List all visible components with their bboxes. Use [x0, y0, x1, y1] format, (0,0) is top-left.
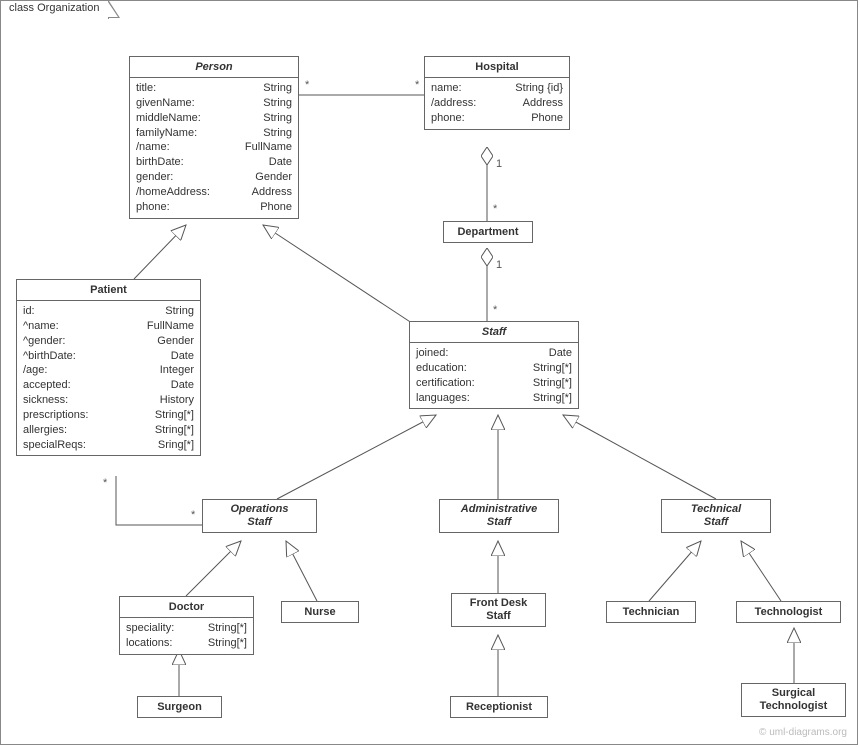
class-nurse: Nurse — [281, 601, 359, 623]
frame-title-tab: class Organization — [0, 0, 109, 19]
class-technician: Technician — [606, 601, 696, 623]
class-front-desk-staff: Front DeskStaff — [451, 593, 546, 627]
class-technical-staff: TechnicalStaff — [661, 499, 771, 533]
class-department: Department — [443, 221, 533, 243]
class-nurse-name: Nurse — [282, 602, 358, 622]
class-surgeon-name: Surgeon — [138, 697, 221, 717]
class-patient-attrs: id:String ^name:FullName ^gender:Gender … — [17, 301, 200, 455]
class-administrative-staff-name: AdministrativeStaff — [440, 500, 558, 532]
class-technician-name: Technician — [607, 602, 695, 622]
class-doctor: Doctor speciality:String[*] locations:St… — [119, 596, 254, 655]
class-department-name: Department — [444, 222, 532, 242]
class-staff: Staff joined:Date education:String[*] ce… — [409, 321, 579, 409]
class-technologist-name: Technologist — [737, 602, 840, 622]
class-operations-staff-name: OperationsStaff — [203, 500, 316, 532]
class-administrative-staff: AdministrativeStaff — [439, 499, 559, 533]
class-person-attrs: title:String givenName:String middleName… — [130, 78, 298, 218]
class-front-desk-staff-name: Front DeskStaff — [452, 594, 545, 626]
class-hospital: Hospital name:String {id} /address:Addre… — [424, 56, 570, 130]
mult-person-hospital-left: * — [303, 79, 311, 91]
class-person-name: Person — [130, 57, 298, 78]
diagram-frame: class Organization — [0, 0, 858, 745]
frame-title: class Organization — [9, 2, 100, 14]
class-person: Person title:String givenName:String mid… — [129, 56, 299, 219]
class-patient-name: Patient — [17, 280, 200, 301]
class-technologist: Technologist — [736, 601, 841, 623]
class-technical-staff-name: TechnicalStaff — [662, 500, 770, 532]
class-staff-attrs: joined:Date education:String[*] certific… — [410, 343, 578, 408]
class-doctor-name: Doctor — [120, 597, 253, 618]
mult-dept-staff-star: * — [491, 304, 499, 316]
class-receptionist-name: Receptionist — [451, 697, 547, 717]
class-surgical-technologist-name: SurgicalTechnologist — [742, 684, 845, 716]
mult-hospital-dept-one: 1 — [494, 158, 504, 170]
class-staff-name: Staff — [410, 322, 578, 343]
mult-patient-ops-left: * — [101, 477, 109, 489]
class-patient: Patient id:String ^name:FullName ^gender… — [16, 279, 201, 456]
class-surgical-technologist: SurgicalTechnologist — [741, 683, 846, 717]
mult-person-hospital-right: * — [413, 79, 421, 91]
class-operations-staff: OperationsStaff — [202, 499, 317, 533]
class-hospital-name: Hospital — [425, 57, 569, 78]
class-surgeon: Surgeon — [137, 696, 222, 718]
mult-dept-staff-one: 1 — [494, 259, 504, 271]
class-receptionist: Receptionist — [450, 696, 548, 718]
mult-patient-ops-right: * — [189, 509, 197, 521]
mult-hospital-dept-star: * — [491, 203, 499, 215]
watermark: © uml-diagrams.org — [759, 727, 847, 738]
class-doctor-attrs: speciality:String[*] locations:String[*] — [120, 618, 253, 654]
class-hospital-attrs: name:String {id} /address:Address phone:… — [425, 78, 569, 129]
